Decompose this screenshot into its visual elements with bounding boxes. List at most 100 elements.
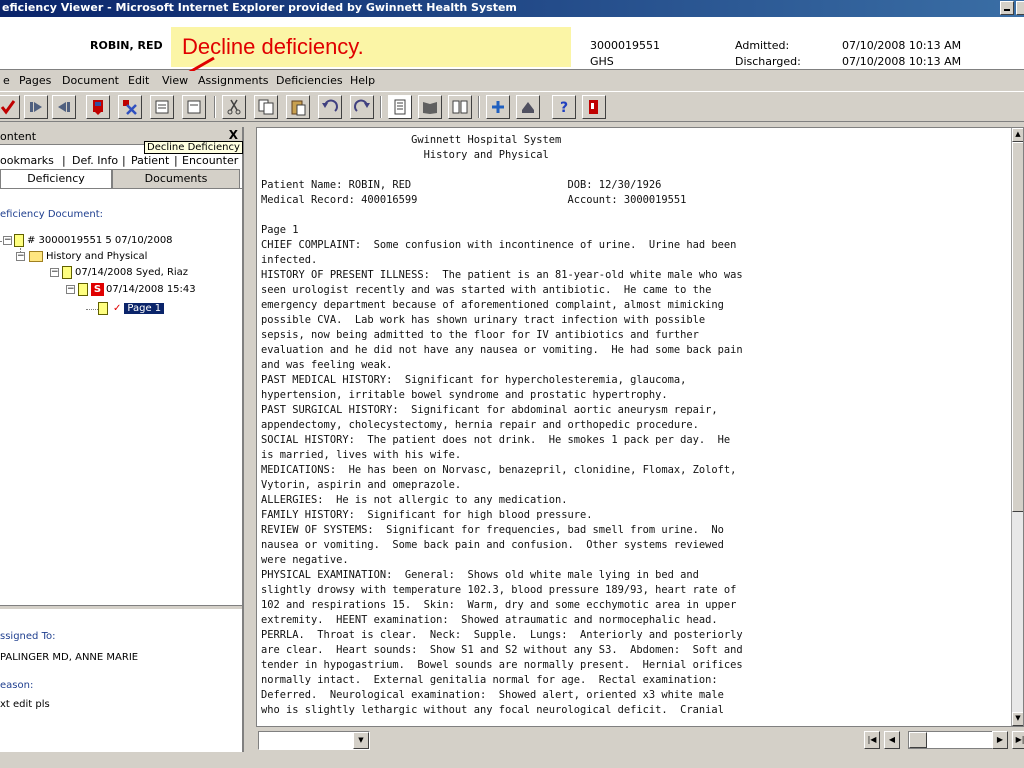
scroll-up-icon[interactable]: ▲ [1012, 128, 1023, 142]
menu-document[interactable]: Document [62, 74, 119, 87]
viewer-bottom-bar: ▼ |◀ ◀ ▶ ▶| [256, 728, 1024, 752]
paste-icon[interactable] [286, 95, 310, 119]
menu-help[interactable]: Help [350, 74, 375, 87]
document-line: slightly drowsy with temperature 102.3, … [261, 584, 737, 596]
zoom-select[interactable]: ▼ [258, 731, 370, 750]
document-viewer[interactable]: Gwinnett Hospital System History and Phy… [256, 127, 1024, 727]
document-line: Gwinnett Hospital System [261, 134, 562, 146]
redo-icon[interactable] [350, 95, 374, 119]
scrollbar-thumb[interactable] [909, 732, 927, 748]
menu-edit[interactable]: Edit [128, 74, 149, 87]
menu-assignments[interactable]: Assignments [198, 74, 269, 87]
note2-icon[interactable] [182, 95, 206, 119]
tree-item-signature[interactable]: S 07/14/2008 15:43 [78, 283, 196, 296]
tab-row-upper: ookmarks | Def. Info | Patient | Encount… [0, 154, 242, 170]
decline-x-icon[interactable] [118, 95, 142, 119]
facility-code: GHS [590, 55, 614, 68]
tree-collapse-icon[interactable]: − [3, 236, 12, 245]
undo-icon[interactable] [318, 95, 342, 119]
scrollbar-thumb[interactable] [1012, 142, 1023, 512]
tree-item-document[interactable]: 07/14/2008 Syed, Riaz [62, 266, 188, 279]
prev-page-button[interactable]: ◀ [884, 731, 900, 749]
tab-deficiency[interactable]: Deficiency [0, 169, 112, 188]
menu-view[interactable]: View [162, 74, 188, 87]
book-icon[interactable] [418, 95, 442, 119]
document-line: evaluation and he did not have any nause… [261, 344, 743, 356]
forward-icon[interactable] [24, 95, 48, 119]
folder-icon [29, 251, 43, 262]
tab-documents[interactable]: Documents [112, 169, 240, 188]
document-line: MEDICATIONS: He has been on Norvasc, ben… [261, 464, 737, 476]
document-line: are clear. Heart sounds: Show S1 and S2 … [261, 644, 743, 656]
multi-page-icon[interactable] [448, 95, 472, 119]
assigned-to-value: PALINGER MD, ANNE MARIE [0, 652, 139, 663]
horizontal-scrollbar[interactable] [908, 731, 998, 749]
reason-label: eason: [0, 680, 34, 691]
chevron-down-icon[interactable]: ▼ [353, 732, 369, 749]
document-line: REVIEW OF SYSTEMS: Significant for frequ… [261, 524, 724, 536]
menu-file[interactable]: e [3, 74, 10, 87]
tree-page-label: Page 1 [124, 303, 165, 314]
minimize-button[interactable] [1000, 1, 1014, 15]
window-title-bar: eficiency Viewer - Microsoft Internet Ex… [0, 0, 1024, 17]
toolbar: ? [0, 91, 1024, 122]
signature-deficiency-icon: S [91, 283, 104, 296]
maximize-button[interactable] [1016, 1, 1024, 15]
document-line: Vytorin, aspirin and omeprazole. [261, 479, 462, 491]
close-icon[interactable]: X [229, 128, 238, 142]
tree-account-label: # 3000019551 5 07/10/2008 [27, 235, 173, 246]
menu-deficiencies[interactable]: Deficiencies [276, 74, 343, 87]
decline-deficiency-tooltip: Decline Deficiency [144, 141, 243, 154]
account-number: 3000019551 [590, 39, 660, 52]
admitted-label: Admitted: [735, 39, 790, 52]
tab-def-info[interactable]: Def. Info [72, 154, 118, 167]
tree-item-history-physical[interactable]: History and Physical [29, 251, 147, 262]
document-line: nausea or vomiting. Some back pain and c… [261, 539, 724, 551]
document-line: History and Physical [261, 149, 549, 161]
tree-collapse-icon[interactable]: − [16, 252, 25, 261]
help-icon[interactable]: ? [552, 95, 576, 119]
assigned-to-label: ssigned To: [0, 631, 56, 642]
scroll-down-icon[interactable]: ▼ [1012, 712, 1023, 726]
tree-collapse-icon[interactable]: − [66, 285, 75, 294]
flag-icon[interactable] [86, 95, 110, 119]
single-page-icon[interactable] [388, 95, 412, 119]
last-page-button[interactable]: ▶| [1012, 731, 1024, 749]
document-text: Gwinnett Hospital System History and Phy… [261, 133, 743, 718]
tab-separator: | [122, 154, 126, 167]
first-page-button[interactable]: |◀ [864, 731, 880, 749]
document-icon [62, 266, 72, 279]
discharged-label: Discharged: [735, 55, 801, 68]
copy-icon[interactable] [254, 95, 278, 119]
menu-pages[interactable]: Pages [19, 74, 51, 87]
document-line: seen urologist recently and was started … [261, 284, 712, 296]
stamp-icon[interactable] [516, 95, 540, 119]
tree-item-page1[interactable]: ✓ Page 1 [98, 302, 165, 315]
patient-name: ROBIN, RED [90, 39, 163, 52]
vertical-scrollbar[interactable]: ▲ ▼ [1011, 128, 1023, 726]
tab-encounter[interactable]: Encounter [182, 154, 238, 167]
document-line: tender in hypogastrium. Bowel sounds are… [261, 659, 743, 671]
note-icon[interactable] [150, 95, 174, 119]
menu-bar: e Pages Document Edit View Assignments D… [0, 71, 1024, 91]
cut-icon[interactable] [222, 95, 246, 119]
document-line: infected. [261, 254, 318, 266]
add-icon[interactable] [486, 95, 510, 119]
minimize-icon [1004, 9, 1010, 11]
tree-collapse-icon[interactable]: − [50, 268, 59, 277]
toolbar-separator [214, 96, 216, 118]
document-line: Patient Name: ROBIN, RED DOB: 12/30/1926 [261, 179, 662, 191]
tree-item-account[interactable]: # 3000019551 5 07/10/2008 [14, 234, 173, 247]
check-icon[interactable] [0, 95, 20, 119]
tree-connector [86, 309, 98, 310]
back-icon[interactable] [52, 95, 76, 119]
tab-patient[interactable]: Patient [131, 154, 169, 167]
tab-bookmarks[interactable]: ookmarks [0, 154, 54, 167]
document-line: normally intact. External genitalia norm… [261, 674, 718, 686]
next-page-button[interactable]: ▶ [992, 731, 1008, 749]
document-line: PAST SURGICAL HISTORY: Significant for a… [261, 404, 718, 416]
exit-icon[interactable] [582, 95, 606, 119]
document-line: Page 1 [261, 224, 299, 236]
panel-splitter[interactable] [0, 605, 242, 610]
toolbar-separator [478, 96, 480, 118]
